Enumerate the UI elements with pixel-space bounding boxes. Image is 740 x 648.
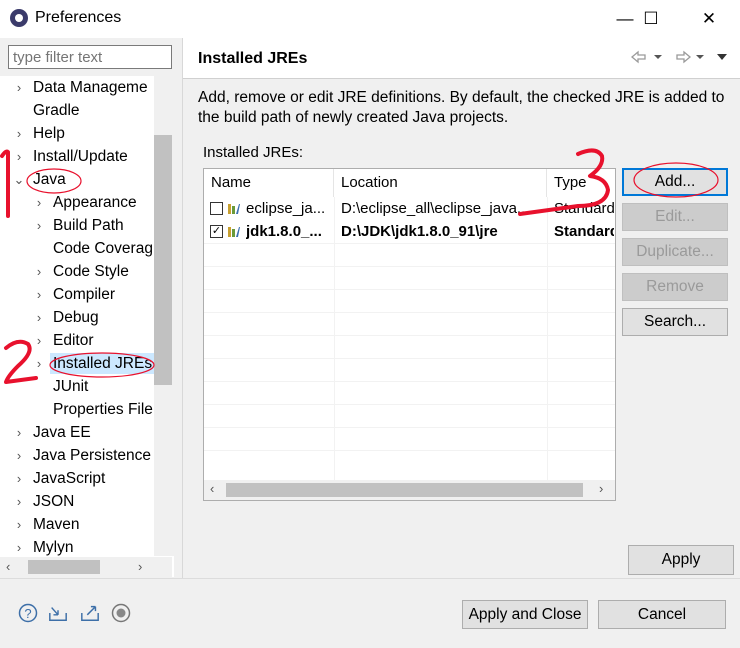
row-type: Standard [554,200,614,217]
row-location: D:\JDK\jdk1.8.0_91\jre [341,223,498,240]
chevron-right-icon[interactable]: › [12,76,26,99]
chevron-right-icon[interactable]: › [12,536,26,559]
back-arrow-icon[interactable] [630,50,646,64]
pane-divider[interactable] [182,38,183,578]
row-location: D:\eclipse_all\eclipse_java... [341,200,530,217]
chevron-right-icon[interactable]: › [12,122,26,145]
tree-vertical-scroll-thumb[interactable] [154,135,172,385]
row-type: Standard [554,223,614,240]
svg-text:?: ? [24,606,31,621]
grid-line [204,358,615,359]
chevron-right-icon[interactable]: › [12,513,26,536]
table-row[interactable]: eclipse_ja... D:\eclipse_all\eclipse_jav… [204,197,615,220]
filter-input[interactable] [8,45,172,69]
chevron-right-icon[interactable]: › [32,329,46,352]
edit-button[interactable]: Edit... [622,203,728,231]
maximize-button[interactable]: ☐ [628,0,674,38]
grid-line [204,312,615,313]
chevron-right-icon[interactable]: › [32,283,46,306]
scroll-right-arrow-icon[interactable]: › [599,481,603,496]
chevron-right-icon[interactable]: › [32,191,46,214]
table-horizontal-scroll-thumb[interactable] [226,483,583,497]
chevron-right-icon[interactable]: › [12,145,26,168]
import-icon[interactable] [48,603,68,623]
chevron-right-icon[interactable]: › [32,306,46,329]
row-checkbox[interactable]: ✓ [210,225,223,238]
record-oomph-icon[interactable] [111,603,131,623]
remove-button[interactable]: Remove [622,273,728,301]
preference-tree: › Data Manageme Gradle › Help › Install/Upd… [0,76,174,577]
apply-button[interactable]: Apply [628,545,734,575]
grid-line [204,266,615,267]
duplicate-button[interactable]: Duplicate... [622,238,728,266]
footer-divider [0,578,740,579]
forward-arrow-icon[interactable] [676,50,692,64]
scroll-left-arrow-icon[interactable]: ‹ [210,481,214,496]
tree-horizontal-scroll-thumb[interactable] [28,560,100,574]
jre-library-icon [228,204,240,214]
chevron-right-icon[interactable]: › [32,260,46,283]
chevron-right-icon[interactable]: › [12,444,26,467]
row-checkbox[interactable] [210,202,223,215]
back-menu-dropdown-icon[interactable] [654,55,662,59]
cancel-button[interactable]: Cancel [598,600,726,629]
chevron-down-icon[interactable]: ⌄ [12,168,26,191]
grid-line [204,404,615,405]
grid-line [204,427,615,428]
search-button[interactable]: Search... [622,308,728,336]
window-title: Preferences [35,9,122,26]
row-name: eclipse_ja... [246,200,326,217]
row-name: jdk1.8.0_... [246,223,322,240]
selected-highlight: Installed JREs [50,353,156,374]
history-navigation [630,50,727,64]
eclipse-app-icon [10,9,28,27]
scroll-right-arrow-icon[interactable]: › [138,559,142,574]
view-menu-icon[interactable] [717,54,727,60]
grid-line [204,450,615,451]
chevron-right-icon[interactable]: › [12,467,26,490]
column-header-type[interactable]: Type [547,169,615,197]
chevron-right-icon[interactable]: › [12,490,26,513]
page-title: Installed JREs [198,50,308,67]
chevron-right-icon[interactable]: › [12,421,26,444]
grid-line [204,243,615,244]
grid-line [204,381,615,382]
apply-and-close-button[interactable]: Apply and Close [462,600,588,629]
help-icon[interactable]: ? [18,603,38,623]
page-description: Add, remove or edit JRE definitions. By … [198,89,725,126]
column-header-location[interactable]: Location [334,169,547,197]
grid-line [204,289,615,290]
jre-table: Name Location Type eclipse_ja... D:\ecli… [203,168,616,501]
export-icon[interactable] [80,603,100,623]
jre-library-icon [228,227,240,237]
close-button[interactable]: ✕ [686,0,732,38]
installed-jres-label: Installed JREs: [203,144,304,161]
forward-menu-dropdown-icon[interactable] [696,55,704,59]
grid-line [204,335,615,336]
scroll-left-arrow-icon[interactable]: ‹ [6,559,10,574]
chevron-right-icon[interactable]: › [32,352,46,375]
column-header-name[interactable]: Name [204,169,334,197]
add-button[interactable]: Add... [622,168,728,196]
chevron-right-icon[interactable]: › [32,214,46,237]
table-row[interactable]: ✓ jdk1.8.0_... D:\JDK\jdk1.8.0_91\jre St… [204,220,615,243]
